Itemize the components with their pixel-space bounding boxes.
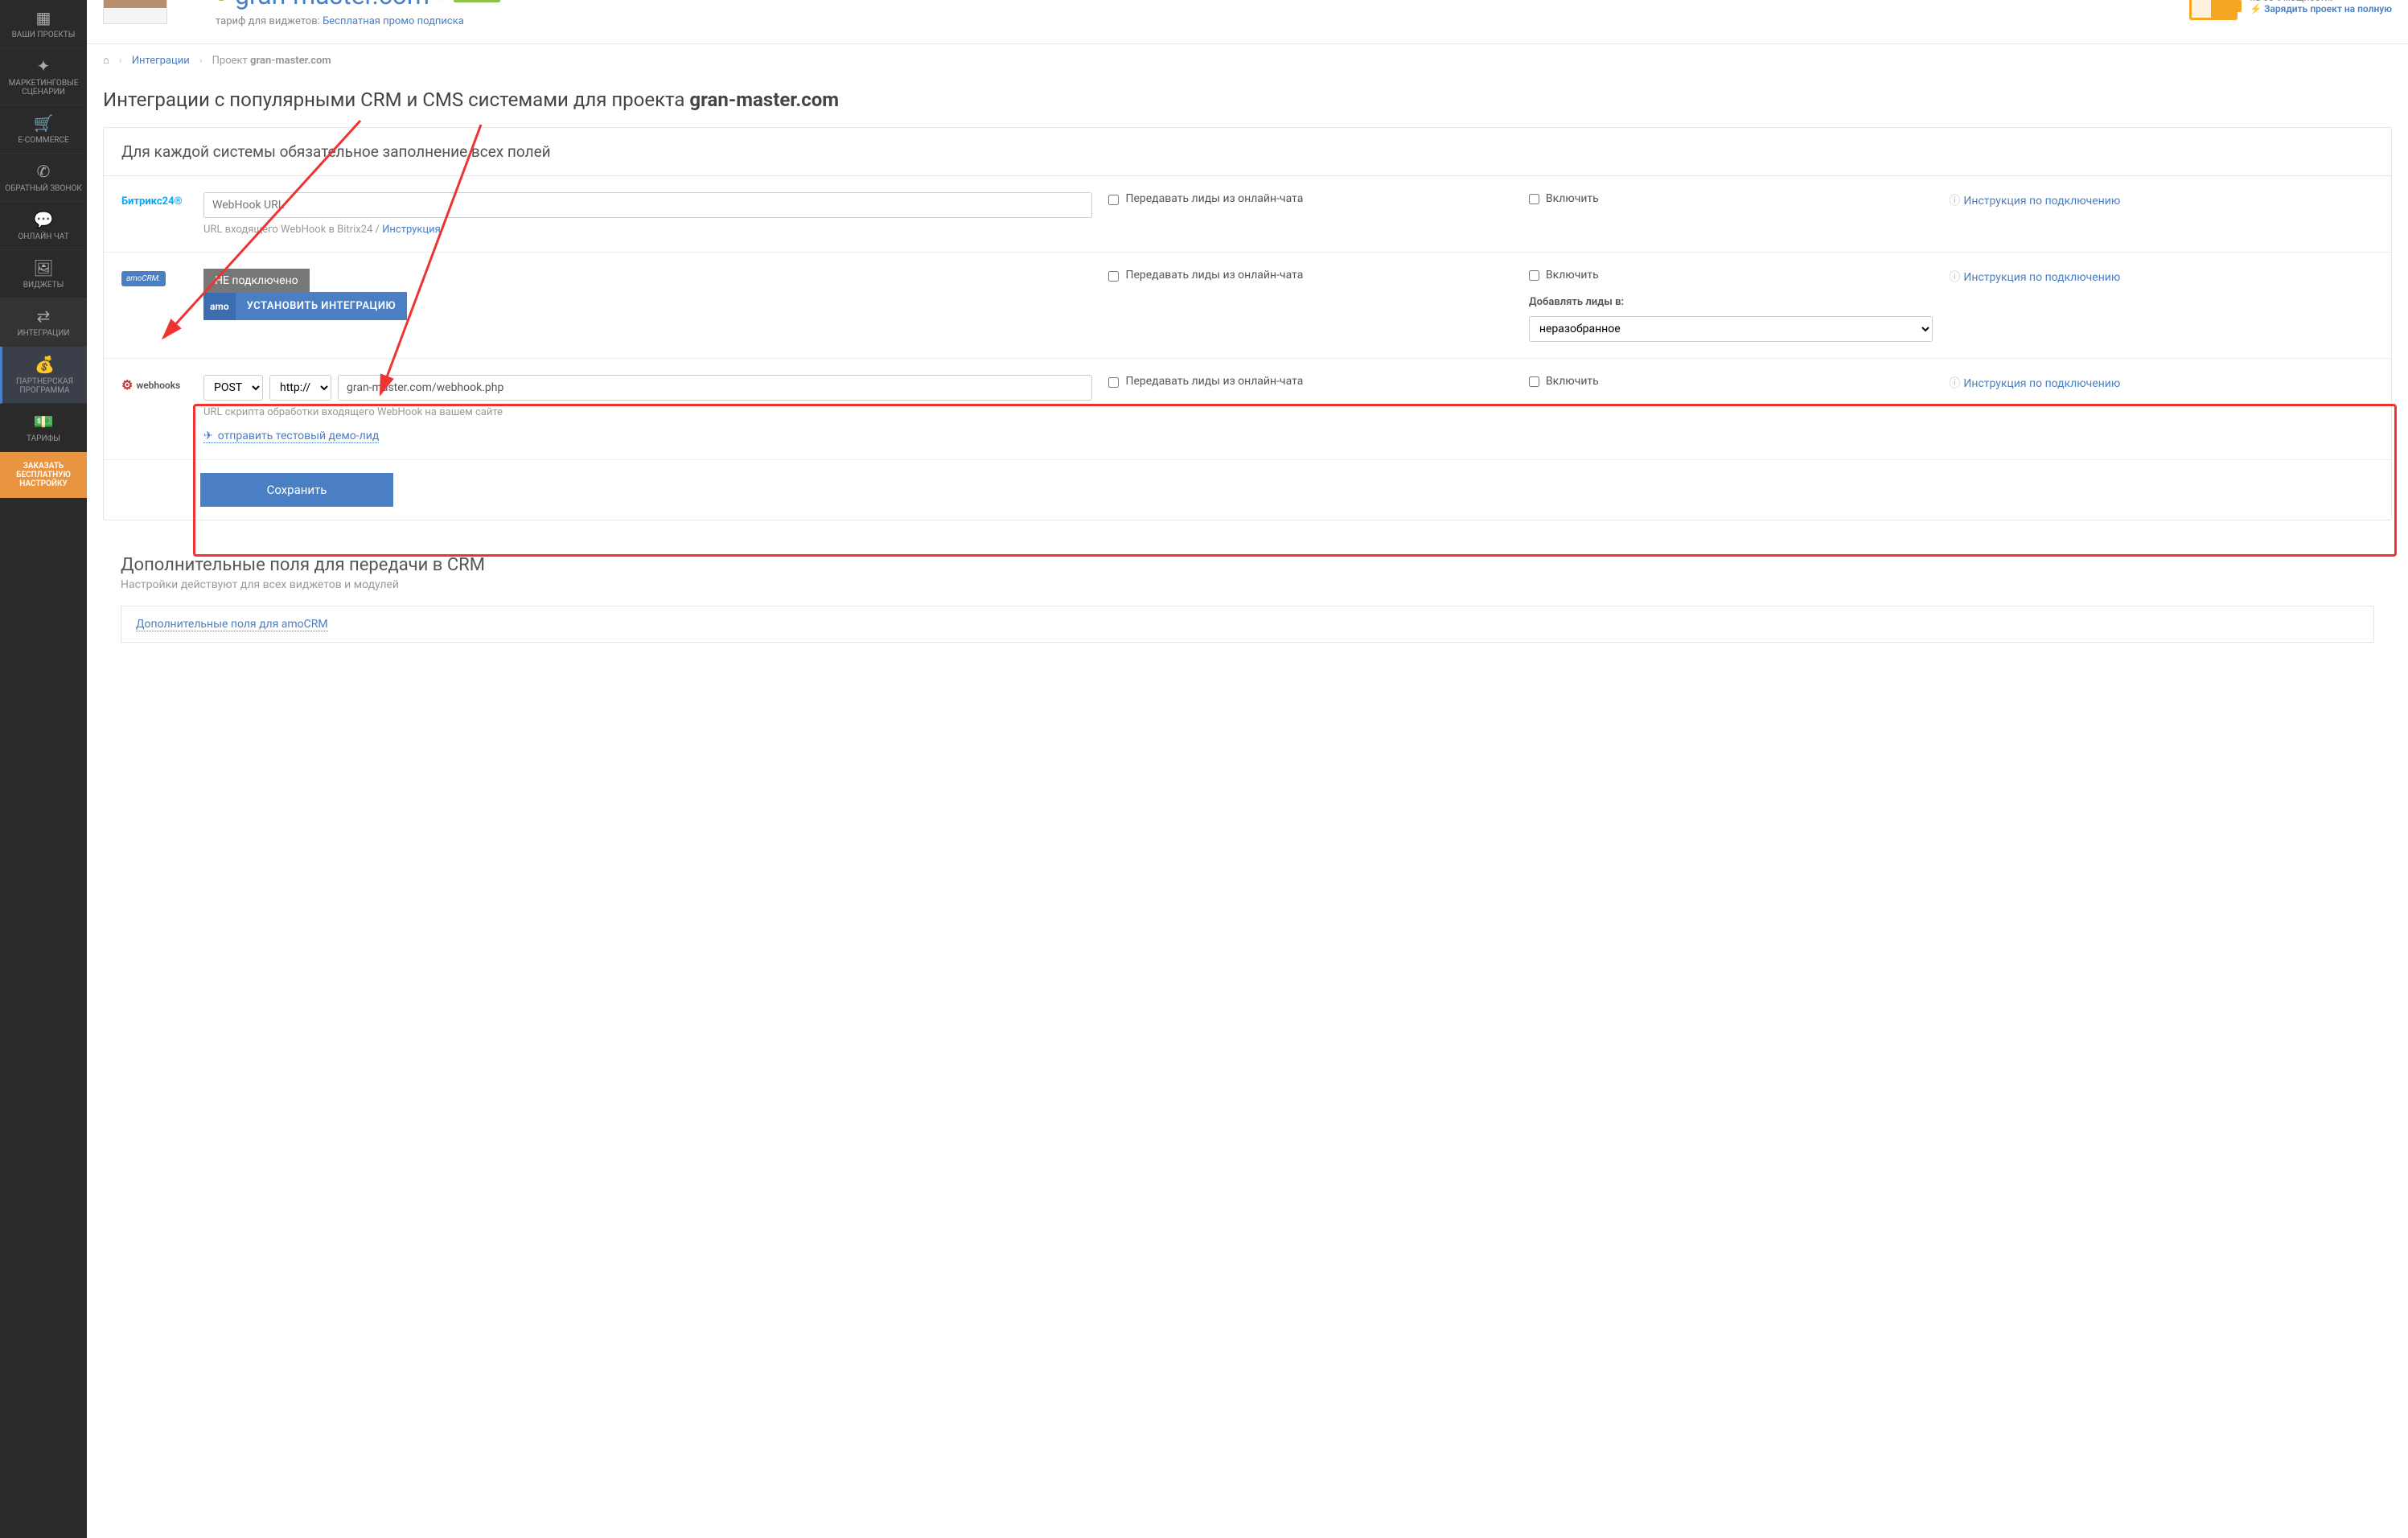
cart-icon: 🛒 — [34, 113, 54, 133]
integrations-panel: Для каждой системы обязательное заполнен… — [103, 127, 2392, 520]
sidebar-item-label: МАРКЕТИНГОВЫЕ СЦЕНАРИИ — [3, 79, 84, 97]
sidebar-item-integrations[interactable]: ⇄ ИНТЕГРАЦИИ — [0, 298, 87, 347]
sidebar-item-chat[interactable]: 💬 ОНЛАЙН ЧАТ — [0, 202, 87, 250]
sidebar-item-widgets[interactable]: 🖼 ВИДЖЕТЫ — [0, 250, 87, 298]
pass-leads-label: Передавать лиды из онлайн-чата — [1125, 375, 1303, 388]
sidebar-item-label: ИНТЕГРАЦИИ — [17, 329, 69, 338]
enable-label: Включить — [1546, 375, 1599, 388]
phone-icon: ✆ — [37, 162, 51, 181]
breadcrumb-current: Проект gran-master.com — [212, 55, 331, 67]
amo-enable-checkbox[interactable] — [1529, 270, 1539, 281]
amo-not-connected: НЕ подключено — [203, 269, 310, 293]
install-text: УСТАНОВИТЬ ИНТЕГРАЦИЮ — [236, 292, 408, 320]
amo-box-icon: amo — [203, 293, 236, 320]
webhook-url-input[interactable] — [338, 375, 1092, 401]
sidebar-item-projects[interactable]: ▦ ВАШИ ПРОЕКТЫ — [0, 0, 87, 48]
bitrix-logo: Битрикс24® — [121, 195, 183, 208]
sidebar-item-label: ВИДЖЕТЫ — [23, 281, 64, 290]
info-icon: ⓘ — [1949, 377, 1960, 390]
extra-fields-amocrm-link[interactable]: Дополнительные поля для amoCRM — [136, 618, 328, 631]
extra-fields-subtitle: Настройки действуют для всех виджетов и … — [103, 578, 2392, 606]
paper-plane-icon: ✈ — [203, 430, 213, 442]
sidebar-item-callback[interactable]: ✆ ОБРАТНЫЙ ЗВОНОК — [0, 154, 87, 202]
webhook-icon: ⚙ — [121, 377, 133, 393]
bitrix-hint: URL входящего WebHook в Bitrix24 / Инстр… — [203, 224, 1092, 236]
extra-fields-title: Дополнительные поля для передачи в CRM — [103, 541, 2392, 578]
webhook-pass-leads-checkbox[interactable] — [1108, 377, 1119, 388]
promo-link[interactable]: ⚡ Зарядить проект на полную — [2250, 3, 2392, 14]
bitrix-hint-link[interactable]: Инструкция — [382, 224, 441, 236]
amocrm-logo: amoCRM. — [121, 271, 166, 286]
send-demo-lead-link[interactable]: ✈отправить тестовый демо-лид — [203, 430, 379, 443]
pass-leads-label: Передавать лиды из онлайн-чата — [1125, 269, 1303, 282]
tariff-line: тариф для виджетов: Бесплатная промо под… — [216, 15, 500, 27]
panel-heading: Для каждой системы обязательное заполнен… — [104, 128, 2391, 176]
webhook-instruction-link[interactable]: Инструкция по подключению — [1963, 377, 2120, 390]
amo-install-button[interactable]: amo УСТАНОВИТЬ ИНТЕГРАЦИЮ — [203, 292, 407, 320]
chevron-down-icon[interactable]: ▾ — [438, 0, 446, 5]
sidebar-item-label: ПАРТНЕРСКАЯ ПРОГРАММА — [6, 377, 84, 395]
tariff-link[interactable]: Бесплатная промо подписка — [323, 15, 464, 27]
home-icon[interactable]: ⌂ — [103, 54, 109, 67]
webhook-enable-checkbox[interactable] — [1529, 376, 1539, 387]
status-badge: работает — [454, 0, 500, 2]
bitrix-pass-leads-checkbox[interactable] — [1108, 195, 1119, 205]
row-amocrm: amoCRM. НЕ подключено amo УСТАНОВИТЬ ИНТ… — [104, 252, 2391, 358]
info-icon: ⓘ — [1949, 195, 1960, 208]
banknote-icon: 💵 — [34, 412, 54, 431]
extra-fields-panel: Дополнительные поля для передачи в CRM Н… — [103, 541, 2392, 665]
image-icon: 🖼 — [33, 258, 53, 278]
site-name: gran-master.com — [235, 0, 429, 10]
webhook-protocol-select[interactable]: http:// — [269, 375, 331, 401]
info-icon: ⓘ — [1949, 271, 1960, 284]
row-webhooks: ⚙webhooks POST http:// URL скрипта обраб… — [104, 358, 2391, 459]
sidebar-item-label: ТАРИФЫ — [27, 434, 60, 443]
sidebar-item-marketing[interactable]: ✦ МАРКЕТИНГОВЫЕ СЦЕНАРИИ — [0, 48, 87, 105]
sidebar-item-label: E-COMMERCE — [18, 136, 68, 145]
webhook-method-select[interactable]: POST — [203, 375, 263, 401]
breadcrumb: ⌂ › Интеграции › Проект gran-master.com — [87, 44, 2408, 76]
row-bitrix: Битрикс24® URL входящего WebHook в Bitri… — [104, 176, 2391, 252]
pass-leads-label: Передавать лиды из онлайн-чата — [1125, 192, 1303, 205]
sidebar-item-label: ВАШИ ПРОЕКТЫ — [12, 31, 76, 39]
sidebar-item-label: ОБРАТНЫЙ ЗВОНОК — [5, 184, 82, 193]
money-hand-icon: 💰 — [35, 355, 55, 374]
battery-icon — [2189, 0, 2237, 20]
add-leads-label: Добавлять лиды в: — [1529, 296, 1933, 308]
main-content: gran-master.com ▾ работает тариф для вид… — [87, 0, 2408, 1538]
sidebar-item-ecommerce[interactable]: 🛒 E-COMMERCE — [0, 105, 87, 154]
site-thumbnail — [103, 0, 167, 24]
arrows-icon: ⇄ — [37, 306, 51, 326]
grid-icon: ▦ — [36, 8, 51, 27]
sidebar-item-tariffs[interactable]: 💵 ТАРИФЫ — [0, 404, 87, 452]
breadcrumb-link[interactable]: Интеграции — [132, 55, 190, 67]
save-button[interactable]: Сохранить — [200, 473, 393, 507]
enable-label: Включить — [1546, 269, 1599, 282]
webhooks-logo: ⚙webhooks — [121, 377, 187, 393]
sidebar-item-label: ОНЛАЙН ЧАТ — [18, 232, 68, 241]
sidebar-cta-order[interactable]: ЗАКАЗАТЬ БЕСПЛАТНУЮ НАСТРОЙКУ — [0, 452, 87, 498]
save-row: Сохранить — [104, 459, 2391, 520]
page-title: Интеграции с популярными CRM и CMS систе… — [87, 76, 2408, 127]
amo-pass-leads-checkbox[interactable] — [1108, 271, 1119, 282]
enable-label: Включить — [1546, 192, 1599, 205]
sidebar: ▦ ВАШИ ПРОЕКТЫ ✦ МАРКЕТИНГОВЫЕ СЦЕНАРИИ 🛒 E… — [0, 0, 87, 1538]
sidebar-item-partner[interactable]: 💰 ПАРТНЕРСКАЯ ПРОГРАММА — [0, 347, 87, 404]
amo-instruction-link[interactable]: Инструкция по подключению — [1963, 271, 2120, 284]
top-bar: gran-master.com ▾ работает тариф для вид… — [87, 0, 2408, 44]
status-dot-icon — [216, 0, 227, 1]
wand-icon: ✦ — [37, 56, 51, 76]
bitrix-enable-checkbox[interactable] — [1529, 194, 1539, 204]
bitrix-webhook-input[interactable] — [203, 192, 1092, 218]
promo-text: на 60% мощности. ⚡ Зарядить проект на по… — [2250, 0, 2392, 14]
amo-add-leads-select[interactable]: неразобранное — [1529, 316, 1933, 342]
webhook-hint: URL скрипта обработки входящего WebHook … — [203, 406, 1092, 418]
bitrix-instruction-link[interactable]: Инструкция по подключению — [1963, 195, 2120, 208]
chat-icon: 💬 — [34, 210, 54, 229]
extra-fields-box: Дополнительные поля для amoCRM — [121, 606, 2374, 643]
